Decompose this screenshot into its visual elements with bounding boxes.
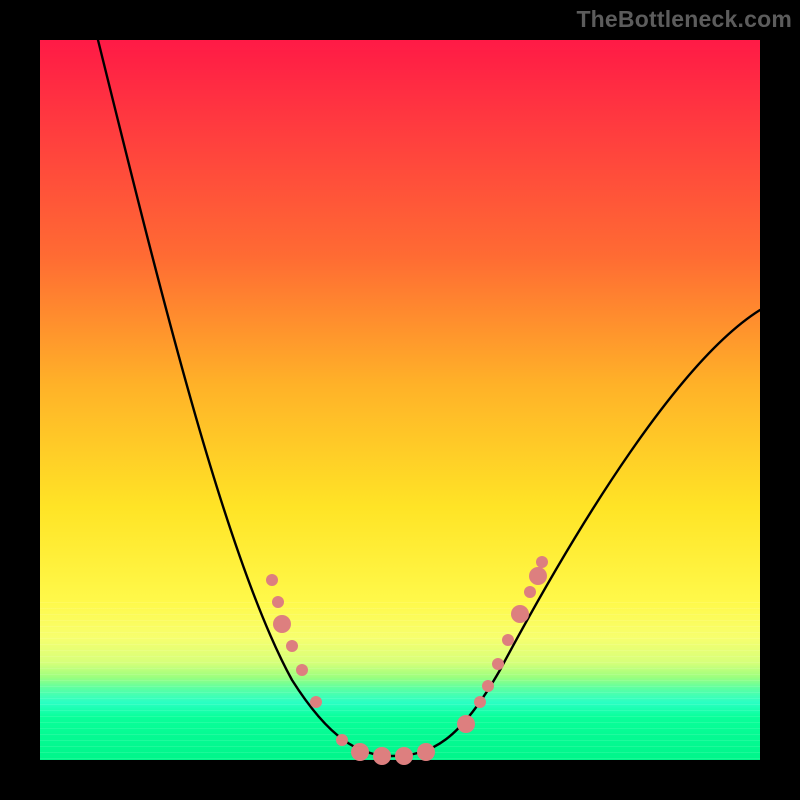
data-point: [502, 634, 514, 646]
watermark-text: TheBottleneck.com: [576, 6, 792, 33]
data-point: [395, 747, 413, 765]
data-point: [457, 715, 475, 733]
data-point: [273, 615, 291, 633]
data-point: [482, 680, 494, 692]
data-point: [296, 664, 308, 676]
chart-frame: TheBottleneck.com: [0, 0, 800, 800]
plot-area: [40, 40, 760, 760]
data-point: [529, 567, 547, 585]
data-point: [511, 605, 529, 623]
data-point: [266, 574, 278, 586]
data-point: [373, 747, 391, 765]
data-point: [310, 696, 322, 708]
curve-svg: [40, 40, 760, 760]
data-point: [474, 696, 486, 708]
data-point: [351, 743, 369, 761]
data-point: [536, 556, 548, 568]
data-point: [336, 734, 348, 746]
data-point: [492, 658, 504, 670]
data-point: [286, 640, 298, 652]
data-point: [417, 743, 435, 761]
data-point: [524, 586, 536, 598]
bottleneck-curve: [98, 40, 760, 756]
data-point: [272, 596, 284, 608]
